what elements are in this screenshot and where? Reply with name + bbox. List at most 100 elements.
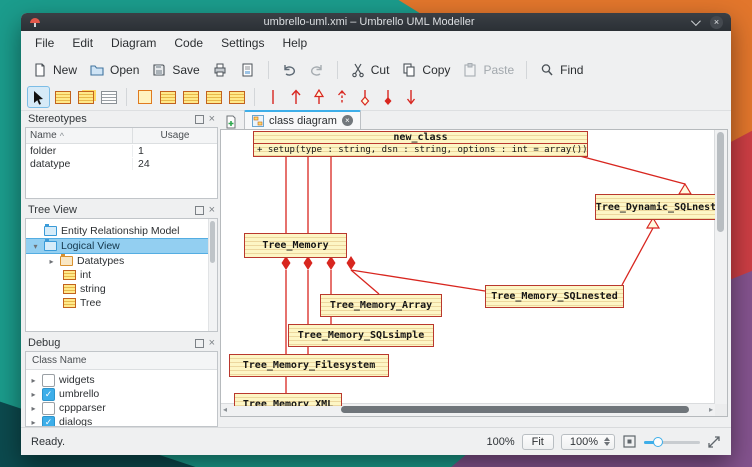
zoom-original-button[interactable] (622, 434, 637, 449)
datatype-tool[interactable] (180, 87, 201, 107)
note-tool[interactable] (98, 87, 119, 107)
shade-window-icon[interactable] (691, 16, 701, 26)
uml-class-tree-memory-xml[interactable]: Tree_Memory_XML (234, 393, 342, 406)
menu-file[interactable]: File (27, 34, 62, 52)
export-image-button[interactable] (235, 59, 261, 81)
undo-button[interactable] (276, 59, 302, 81)
uml-class-tree-memory-array[interactable]: Tree_Memory_Array (320, 294, 442, 317)
table-row[interactable]: datatype 24 (26, 157, 217, 170)
close-window-button[interactable] (710, 16, 723, 29)
vertical-scrollbar-thumb[interactable] (717, 132, 724, 232)
tab-close-icon[interactable] (342, 115, 353, 126)
uml-class-tree-dynamic-sqlnest[interactable]: Tree_Dynamic_SQLnest (595, 194, 715, 220)
open-button[interactable]: Open (84, 59, 144, 81)
expander-closed-icon[interactable] (29, 404, 38, 413)
spinbox-arrows-icon[interactable] (604, 437, 610, 446)
zoom-combo[interactable]: 100% (561, 434, 615, 450)
slider-handle[interactable] (653, 437, 663, 447)
tree-scrollbar-thumb[interactable] (210, 221, 215, 263)
tree-item-tree[interactable]: Tree (26, 296, 217, 310)
redo-button[interactable] (304, 59, 330, 81)
panel-close-icon[interactable] (209, 338, 215, 348)
find-button[interactable]: Find (534, 59, 588, 81)
menu-settings[interactable]: Settings (213, 34, 272, 52)
vertical-scrollbar[interactable] (714, 130, 727, 404)
fullscreen-button[interactable] (707, 435, 721, 449)
tree-scrollbar[interactable] (208, 219, 217, 331)
uml-class-tree-memory-sqlsimple[interactable]: Tree_Memory_SQLsimple (288, 324, 434, 347)
checkbox-unchecked[interactable] (42, 374, 55, 387)
aggregation-tool[interactable] (354, 87, 375, 107)
composition-tool[interactable] (377, 87, 398, 107)
debug-item-umbrello[interactable]: umbrello (26, 387, 217, 401)
tree-item-string[interactable]: string (26, 282, 217, 296)
menu-edit[interactable]: Edit (64, 34, 101, 52)
uml-class-tree-memory-filesystem[interactable]: Tree_Memory_Filesystem (229, 354, 389, 377)
menu-code[interactable]: Code (166, 34, 211, 52)
generalization-tool[interactable] (308, 87, 329, 107)
expander-closed-icon[interactable] (29, 376, 38, 385)
diagram-canvas[interactable]: new_class + setup(type : string, dsn : s… (221, 130, 715, 406)
new-tab-button[interactable] (222, 114, 240, 129)
column-header-name[interactable]: Name ^ (26, 128, 133, 143)
scroll-left-icon[interactable] (223, 405, 227, 414)
object-tool[interactable] (134, 87, 155, 107)
new-button[interactable]: New (27, 59, 82, 81)
class-tool[interactable] (52, 87, 73, 107)
paste-button-label: Paste (483, 63, 514, 77)
scroll-right-icon[interactable] (709, 405, 713, 414)
panel-close-icon[interactable] (209, 114, 215, 124)
tree-item-logical-view[interactable]: Logical View (26, 238, 217, 254)
entity-tool[interactable] (226, 87, 247, 107)
tab-class-diagram[interactable]: class diagram (244, 110, 361, 129)
uml-class-name: Tree_Memory_Array (321, 295, 441, 316)
zoom-slider[interactable] (644, 435, 700, 449)
menu-diagram[interactable]: Diagram (103, 34, 164, 52)
save-button[interactable]: Save (146, 59, 204, 81)
checkbox-checked[interactable] (42, 416, 55, 428)
interface-tool[interactable] (157, 87, 178, 107)
expander-closed-icon[interactable] (29, 390, 38, 399)
toolbar-separator (126, 88, 127, 106)
expander-closed-icon[interactable] (29, 418, 38, 427)
package-tool[interactable] (75, 87, 96, 107)
panel-close-icon[interactable] (209, 205, 215, 215)
cut-button[interactable]: Cut (345, 59, 395, 81)
fit-button[interactable]: Fit (522, 434, 554, 450)
containment-tool[interactable] (400, 87, 421, 107)
checkbox-checked[interactable] (42, 388, 55, 401)
titlebar[interactable]: umbrello-uml.xmi – Umbrello UML Modeller (21, 13, 731, 31)
tree-item-entity-relationship-model[interactable]: Entity Relationship Model (26, 224, 217, 238)
dependency-tool[interactable] (331, 87, 352, 107)
enum-tool[interactable] (203, 87, 224, 107)
uni-association-tool[interactable] (285, 87, 306, 107)
expander-closed-icon[interactable] (47, 257, 56, 266)
horizontal-scrollbar-thumb[interactable] (341, 406, 689, 413)
table-row[interactable]: folder 1 (26, 144, 217, 157)
tree-item-int[interactable]: int (26, 268, 217, 282)
column-header-usage[interactable]: Usage (133, 128, 217, 143)
stereotype-name: datatype (26, 158, 133, 170)
uml-class-tree-memory[interactable]: Tree_Memory (244, 233, 347, 258)
debug-item-dialogs[interactable]: dialogs (26, 415, 217, 427)
panel-float-icon[interactable] (195, 115, 204, 124)
debug-item-widgets[interactable]: widgets (26, 373, 217, 387)
print-button[interactable] (207, 59, 233, 81)
copy-button[interactable]: Copy (396, 59, 455, 81)
panel-float-icon[interactable] (195, 339, 204, 348)
stereotypes-panel-header[interactable]: Stereotypes (25, 111, 218, 127)
cut-button-label: Cut (371, 63, 390, 77)
expander-open-icon[interactable] (31, 242, 40, 251)
association-tool[interactable] (262, 87, 283, 107)
uml-class-new_class[interactable]: new_class + setup(type : string, dsn : s… (253, 131, 588, 157)
paste-button[interactable]: Paste (457, 59, 519, 81)
checkbox-unchecked[interactable] (42, 402, 55, 415)
debug-item-cppparser[interactable]: cppparser (26, 401, 217, 415)
panel-float-icon[interactable] (195, 206, 204, 215)
tree-item-datatypes[interactable]: Datatypes (26, 254, 217, 268)
tree-view-panel-header[interactable]: Tree View (25, 202, 218, 218)
select-arrow-tool[interactable] (27, 86, 50, 108)
uml-class-tree-memory-sqlnested[interactable]: Tree_Memory_SQLnested (485, 285, 624, 308)
menu-help[interactable]: Help (274, 34, 315, 52)
debug-panel-header[interactable]: Debug (25, 335, 218, 351)
